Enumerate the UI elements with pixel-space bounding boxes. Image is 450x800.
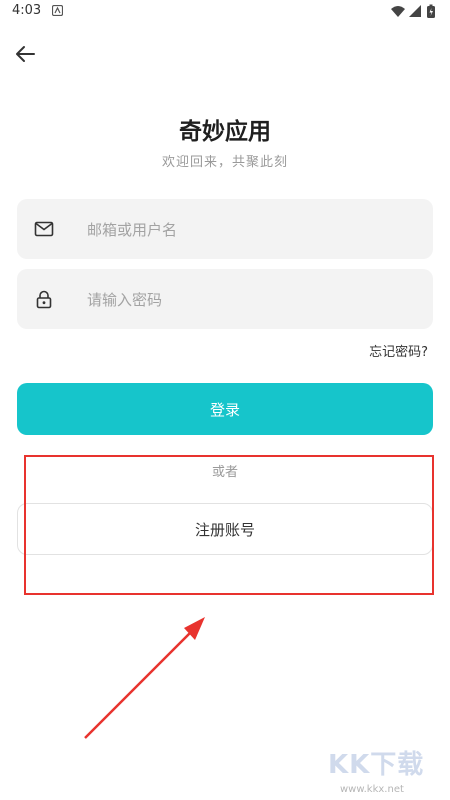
signal-icon <box>409 5 421 17</box>
forgot-password-link[interactable]: 忘记密码? <box>369 341 428 360</box>
password-input[interactable] <box>85 269 419 331</box>
page-title: 奇妙应用 <box>179 119 271 145</box>
page-subtitle: 欢迎回来，共聚此刻 <box>161 155 288 170</box>
back-arrow-icon[interactable] <box>12 40 40 68</box>
login-button[interactable]: 登录 <box>17 383 433 435</box>
wifi-icon <box>391 6 405 17</box>
battery-icon <box>427 4 435 18</box>
annotation-highlight-box <box>24 455 434 595</box>
watermark-url: www.kkx.net <box>340 784 404 795</box>
lock-icon <box>36 290 52 309</box>
status-icons <box>391 4 435 18</box>
password-field[interactable] <box>17 269 433 331</box>
email-input[interactable] <box>85 199 419 261</box>
notification-icon <box>52 5 63 16</box>
watermark-logo: KK下载 <box>328 750 425 780</box>
mail-icon <box>34 221 54 237</box>
email-field[interactable] <box>17 199 433 261</box>
status-time: 4:03 <box>12 3 42 18</box>
status-bar: 4:03 <box>0 0 450 24</box>
